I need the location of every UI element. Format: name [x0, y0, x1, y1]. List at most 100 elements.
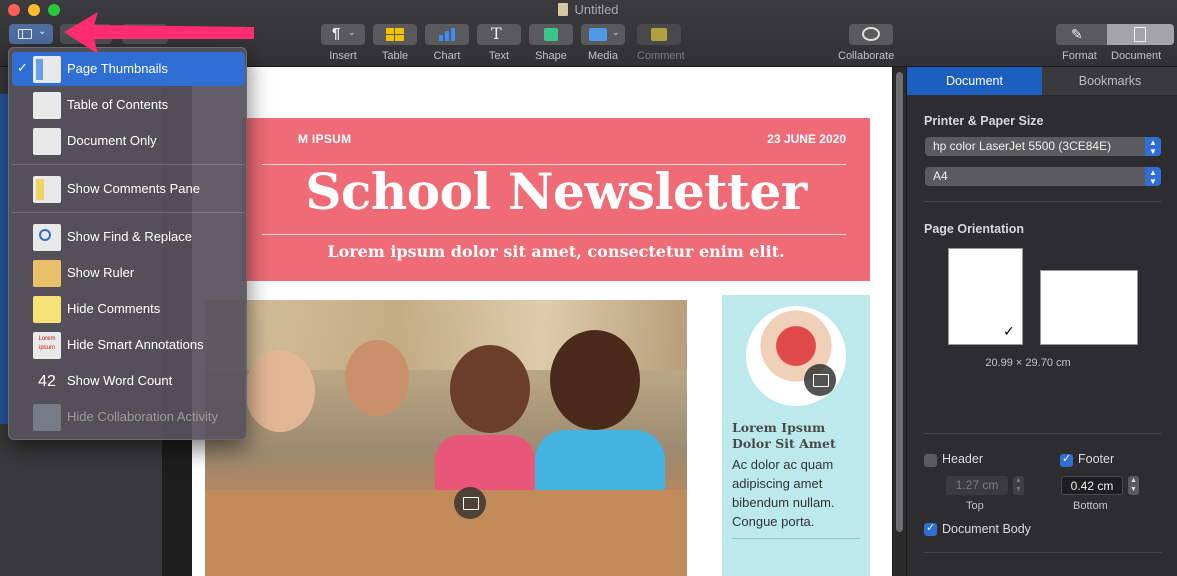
shape-button[interactable]: Shape	[529, 24, 573, 62]
menu-item-hide-smart-annotations[interactable]: Lorem ipsum Hide Smart Annotations	[12, 328, 245, 362]
vertical-scrollbar[interactable]	[893, 67, 906, 576]
menu-item-label: Hide Smart Annotations	[67, 337, 204, 352]
scrollbar-thumb[interactable]	[896, 72, 903, 532]
page-dimensions: 20.99 × 29.70 cm	[985, 357, 1071, 369]
sidebar-heading[interactable]: Lorem Ipsum Dolor Sit Amet	[732, 420, 862, 452]
chart-icon	[439, 28, 457, 41]
photo-child	[450, 345, 530, 433]
word-count-icon: 42	[38, 373, 56, 390]
menu-item-show-find-replace[interactable]: Show Find & Replace	[12, 220, 245, 254]
view-menu-button[interactable]: ⌄	[9, 24, 53, 44]
thumbnail-strip	[36, 59, 43, 80]
paper-size-select[interactable]: A4 ▲ ▼	[925, 167, 1161, 186]
comment-note-icon	[33, 296, 61, 323]
footer-margin-field[interactable]: 0.42 cm	[1061, 476, 1123, 495]
popup-arrows-icon: ▲ ▼	[1145, 167, 1161, 186]
media-button[interactable]: ⌄ Media	[581, 24, 625, 62]
menu-item-show-word-count[interactable]: 42 Show Word Count	[12, 364, 245, 398]
document-page[interactable]: M IPSUM 23 JUNE 2020 School Newsletter L…	[192, 67, 892, 576]
newsletter-banner[interactable]: M IPSUM 23 JUNE 2020 School Newsletter L…	[242, 118, 870, 281]
divider	[924, 552, 1162, 553]
document-file-icon	[558, 3, 569, 16]
classroom-photo[interactable]	[205, 300, 687, 576]
menu-item-show-comments-pane[interactable]: Show Comments Pane	[12, 172, 245, 206]
document-icon	[1134, 27, 1146, 42]
sidebar-textbox[interactable]: Lorem Ipsum Dolor Sit Amet Ac dolor ac q…	[722, 295, 870, 576]
footer-checkbox[interactable]	[1060, 452, 1073, 467]
menu-item-label: Show Find & Replace	[67, 229, 193, 244]
footer-label: Footer	[1078, 452, 1115, 466]
table-of-contents-icon	[33, 92, 61, 119]
menu-item-show-ruler[interactable]: Show Ruler	[12, 256, 245, 290]
bottom-caption: Bottom	[1073, 500, 1108, 512]
tab-document[interactable]: Document	[907, 67, 1042, 95]
inspector-tabs: Document Bookmarks	[907, 67, 1177, 95]
checkmark-icon: ✓	[17, 60, 28, 75]
insert-button[interactable]: ¶ ⌄ Insert	[321, 24, 365, 62]
chevron-down-icon: ⌄	[348, 27, 356, 37]
document-body-checkbox[interactable]	[924, 521, 937, 536]
sidebar-body-text[interactable]: Ac dolor ac quam adipiscing amet bibendu…	[732, 455, 862, 531]
page-orientation-heading: Page Orientation	[924, 222, 1025, 236]
format-label: Format	[1062, 50, 1097, 62]
document-button[interactable]	[1107, 24, 1174, 45]
menu-item-table-of-contents[interactable]: Table of Contents	[12, 88, 245, 122]
header-checkbox[interactable]	[924, 454, 937, 467]
comment-button[interactable]: Comment	[637, 24, 685, 62]
text-button[interactable]: T Text	[477, 24, 521, 62]
header-margin-stepper[interactable]: ▲ ▼	[1013, 476, 1024, 495]
menu-item-label: Show Word Count	[67, 373, 173, 388]
banner-divider	[262, 234, 846, 235]
header-margin-field[interactable]: 1.27 cm	[946, 476, 1008, 495]
portrait-orientation-option[interactable]: ✓	[948, 248, 1023, 345]
table-button[interactable]: Table	[373, 24, 417, 62]
shape-icon	[544, 28, 558, 41]
divider	[924, 433, 1162, 434]
collaborate-button[interactable]: Collaborate	[838, 24, 894, 62]
comments-strip	[36, 179, 44, 200]
tab-bookmarks[interactable]: Bookmarks	[1042, 67, 1177, 95]
document-body-label: Document Body	[942, 522, 1031, 536]
replace-image-icon[interactable]	[454, 487, 486, 519]
text-box-icon: T	[491, 24, 502, 43]
paintbrush-icon: ✎	[1071, 26, 1083, 42]
media-label: Media	[588, 50, 618, 62]
printer-select[interactable]: hp color LaserJet 5500 (3CE84E) ▲ ▼	[925, 137, 1161, 156]
document-inspector: Document Bookmarks Printer & Paper Size …	[906, 67, 1177, 576]
magnifier-lens	[39, 229, 51, 241]
magnifier-icon	[33, 224, 61, 251]
newsletter-title[interactable]: School Newsletter	[242, 162, 870, 221]
menu-item-label: Hide Comments	[67, 301, 161, 316]
view-menu: ✓ Page Thumbnails Table of Contents Docu…	[8, 47, 247, 440]
printer-value: hp color LaserJet 5500 (3CE84E)	[933, 139, 1112, 153]
photo-table	[205, 490, 687, 576]
photo-child	[345, 340, 409, 416]
menu-item-hide-comments[interactable]: Hide Comments	[12, 292, 245, 326]
collaboration-icon	[33, 404, 61, 431]
shape-label: Shape	[535, 50, 567, 62]
page-thumbnails-icon	[33, 56, 61, 83]
chevron-down-icon: ⌄	[38, 26, 47, 37]
format-button[interactable]: ✎	[1056, 24, 1106, 45]
header-label: Header	[942, 452, 983, 466]
divider	[924, 201, 1162, 202]
inspector-toggle: ✎	[1056, 24, 1174, 45]
top-caption: Top	[966, 500, 984, 512]
printer-paper-heading: Printer & Paper Size	[924, 114, 1044, 128]
menu-separator	[12, 212, 245, 213]
menu-item-hide-collaboration-activity[interactable]: Hide Collaboration Activity	[12, 400, 245, 434]
document-only-icon	[33, 128, 61, 155]
paper-size-value: A4	[933, 169, 948, 183]
chart-button[interactable]: Chart	[425, 24, 469, 62]
comments-pane-icon	[33, 176, 61, 203]
banner-date: 23 JUNE 2020	[767, 132, 846, 146]
comment-label: Comment	[637, 50, 685, 62]
insert-label: Insert	[329, 50, 357, 62]
menu-item-document-only[interactable]: Document Only	[12, 124, 245, 158]
replace-image-icon[interactable]	[804, 364, 836, 396]
newsletter-subtitle[interactable]: Lorem ipsum dolor sit amet, consectetur …	[242, 242, 870, 261]
pilcrow-icon: ¶	[332, 25, 341, 42]
landscape-orientation-option[interactable]	[1040, 270, 1138, 345]
menu-item-label: Document Only	[67, 133, 157, 148]
footer-margin-stepper[interactable]: ▲ ▼	[1128, 476, 1139, 495]
